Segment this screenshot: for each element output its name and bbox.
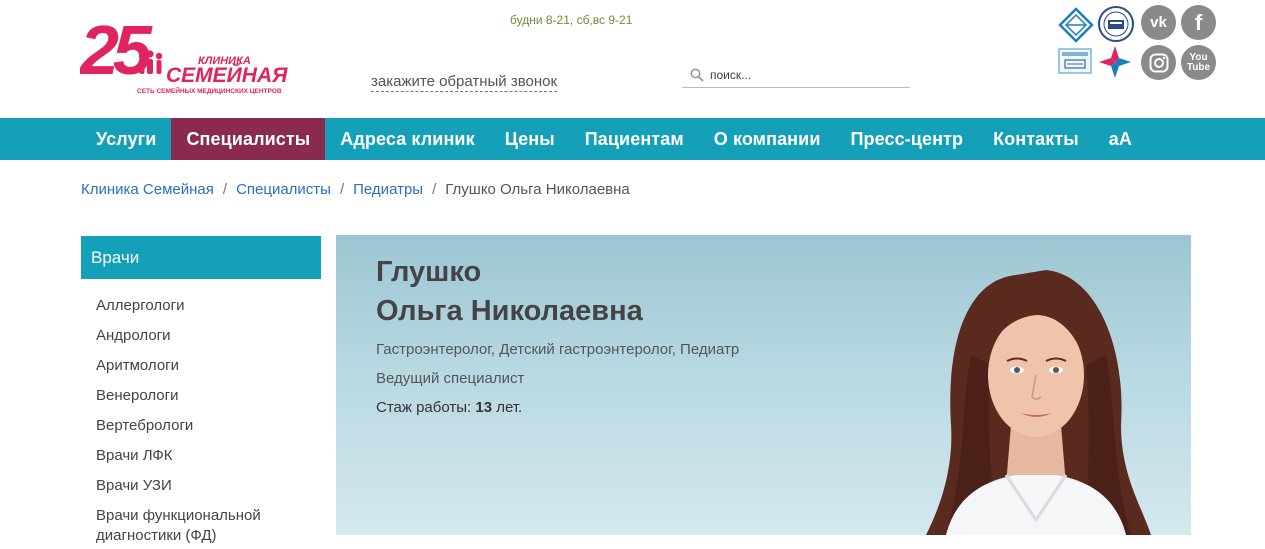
doctor-specialties: Гастроэнтеролог, Детский гастроэнтеролог… — [376, 341, 740, 358]
breadcrumb-separator: / — [222, 181, 228, 198]
nav-item-addresses[interactable]: Адреса клиник — [325, 118, 489, 160]
breadcrumb: Клиника Семейная / Специалисты / Педиатр… — [81, 181, 630, 198]
certificate-icon[interactable] — [1058, 47, 1094, 83]
working-hours: будни 8-21, сб,вс 9-21 — [510, 13, 633, 27]
breadcrumb-specialists[interactable]: Специалисты — [236, 181, 331, 198]
callback-link[interactable]: закажите обратный звонок — [371, 73, 558, 92]
main-nav: Услуги Специалисты Адреса клиник Цены Па… — [0, 118, 1265, 160]
sidebar-item-arrhythmologists[interactable]: Аритмологи — [96, 356, 316, 376]
doctor-photo — [876, 235, 1191, 535]
nav-item-press[interactable]: Пресс-центр — [835, 118, 978, 160]
search-box[interactable] — [682, 62, 910, 88]
seal-badge-icon[interactable] — [1097, 5, 1134, 42]
instagram-icon[interactable] — [1141, 45, 1176, 80]
vk-icon[interactable]: vk — [1141, 5, 1176, 40]
svg-text:СЕТЬ СЕМЕЙНЫХ МЕДИЦИНСКИХ ЦЕНТ: СЕТЬ СЕМЕЙНЫХ МЕДИЦИНСКИХ ЦЕНТРОВ — [137, 86, 282, 95]
experience-label: Стаж работы: — [376, 399, 472, 416]
font-size-toggle[interactable]: аА — [1094, 118, 1147, 160]
breadcrumb-pediatricians[interactable]: Педиатры — [353, 181, 423, 198]
sidebar-item-andrologists[interactable]: Андрологи — [96, 326, 316, 346]
experience-unit: лет. — [496, 399, 523, 416]
sidebar-item-venereologists[interactable]: Венерологи — [96, 386, 316, 406]
experience-value: 13 — [475, 399, 493, 416]
doctor-experience: Стаж работы: 13 лет. — [376, 399, 522, 416]
svg-text:СЕМЕЙНАЯ: СЕМЕЙНАЯ — [166, 63, 288, 87]
breadcrumb-separator: / — [339, 181, 345, 198]
clinic-logo[interactable]: 25 КЛИНИКА СЕМЕЙНАЯ СЕТЬ СЕМЕЙНЫХ МЕДИЦИ… — [80, 12, 292, 96]
nav-item-patients[interactable]: Пациентам — [570, 118, 699, 160]
site-header: 25 КЛИНИКА СЕМЕЙНАЯ СЕТЬ СЕМЕЙНЫХ МЕДИЦИ… — [0, 0, 1265, 118]
doctor-position: Ведущий специалист — [376, 370, 525, 387]
svg-text:25: 25 — [80, 12, 153, 89]
youtube-icon[interactable]: You Tube — [1181, 45, 1216, 80]
sidebar-item-allergologists[interactable]: Аллергологи — [96, 296, 316, 316]
sidebar-item-lfk[interactable]: Врачи ЛФК — [96, 446, 316, 466]
sidebar-item-vertebrologists[interactable]: Вертебрологи — [96, 416, 316, 436]
arrows-logo-icon[interactable] — [1097, 44, 1133, 80]
sidebar-list: Аллергологи Андрологи Аритмологи Венерол… — [96, 296, 316, 549]
doctor-last-name: Глушко — [376, 256, 482, 288]
breadcrumb-current: Глушко Ольга Николаевна — [445, 181, 630, 198]
nav-item-contacts[interactable]: Контакты — [978, 118, 1094, 160]
nav-item-prices[interactable]: Цены — [490, 118, 570, 160]
breadcrumb-home[interactable]: Клиника Семейная — [81, 181, 214, 198]
sidebar-item-ultrasound[interactable]: Врачи УЗИ — [96, 476, 316, 496]
doctor-name: Глушко Ольга Николаевна — [376, 253, 643, 331]
search-icon[interactable] — [686, 64, 708, 86]
breadcrumb-separator: / — [432, 181, 437, 198]
nav-item-about[interactable]: О компании — [699, 118, 836, 160]
diamond-badge-icon[interactable] — [1058, 7, 1094, 43]
nav-item-specialists[interactable]: Специалисты — [171, 118, 326, 160]
facebook-icon[interactable]: f — [1181, 5, 1216, 40]
nav-item-services[interactable]: Услуги — [81, 118, 171, 160]
search-input[interactable] — [710, 67, 900, 82]
sidebar-item-functional-diagnostics[interactable]: Врачи функциональной диагностики (ФД) — [96, 506, 316, 546]
doctor-card: Глушко Ольга Николаевна Гастроэнтеролог,… — [336, 235, 1191, 535]
doctor-first-names: Ольга Николаевна — [376, 295, 643, 327]
sidebar-title[interactable]: Врачи — [81, 236, 321, 279]
